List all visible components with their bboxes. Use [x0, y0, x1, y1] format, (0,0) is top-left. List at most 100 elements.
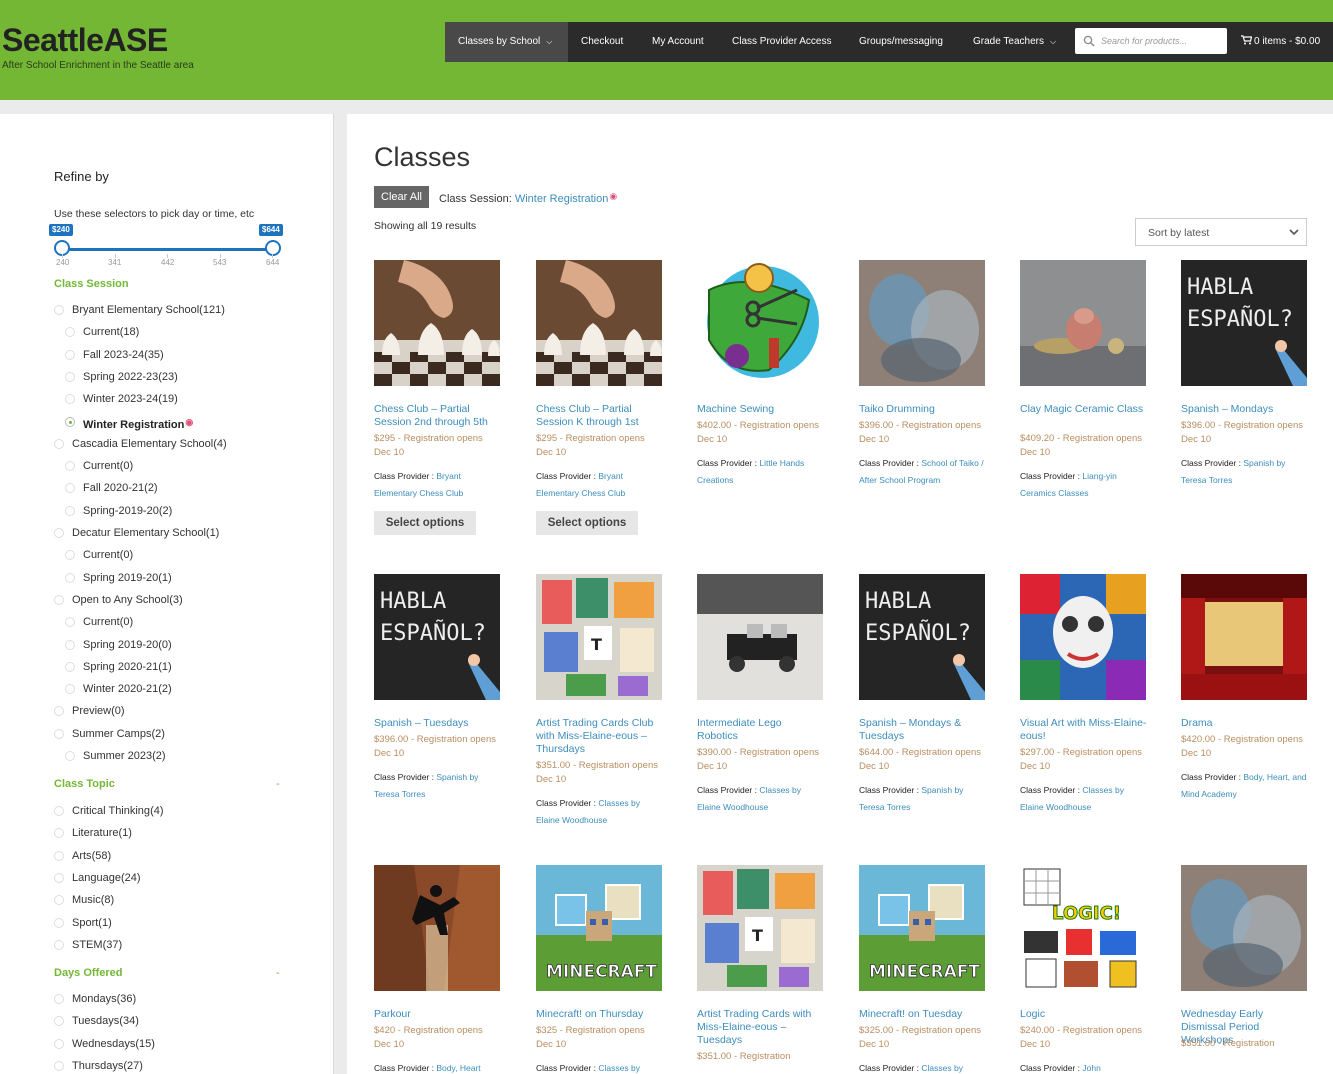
- product-title[interactable]: Artist Trading Cards Club with Miss-Elai…: [536, 717, 663, 756]
- product-image[interactable]: HABLA ESPAÑOL?: [1181, 260, 1307, 386]
- product-image[interactable]: MINECRAFT: [859, 865, 985, 991]
- radio-button[interactable]: [54, 1038, 64, 1049]
- radio-button[interactable]: [54, 828, 64, 839]
- sort-select[interactable]: Sort by latest: [1135, 218, 1307, 246]
- product-title[interactable]: Spanish – Mondays & Tuesdays: [859, 717, 986, 743]
- radio-button[interactable]: [65, 349, 75, 360]
- product-title[interactable]: Chess Club – Partial Session K through 1…: [536, 403, 663, 429]
- filter-label: Fall 2023-24: [83, 348, 145, 361]
- product-image[interactable]: LOGIC!: [1020, 865, 1146, 991]
- days-offered-heading[interactable]: Days Offered: [54, 967, 122, 979]
- radio-button[interactable]: [65, 483, 75, 494]
- price-slider[interactable]: $240 $644 240 341 442 543 644: [0, 224, 334, 274]
- product-image[interactable]: [536, 260, 662, 386]
- product-image[interactable]: [1020, 574, 1146, 700]
- active-filter-value[interactable]: Winter Registration: [515, 193, 609, 205]
- nav-class-provider-access[interactable]: Class Provider Access: [732, 22, 831, 62]
- radio-button[interactable]: [54, 895, 64, 906]
- product-title[interactable]: Intermediate Lego Robotics: [697, 717, 824, 743]
- nav-grade-teachers[interactable]: Grade Teachers ⌵: [973, 22, 1056, 62]
- radio-button[interactable]: [65, 416, 75, 427]
- product-image[interactable]: [374, 260, 500, 386]
- provider-link[interactable]: John: [1082, 1063, 1100, 1073]
- provider-link[interactable]: Body, Heart: [436, 1063, 480, 1073]
- radio-button[interactable]: [54, 706, 64, 717]
- filter-count: (1): [205, 527, 220, 539]
- radio-button[interactable]: [54, 594, 64, 605]
- radio-button[interactable]: [65, 461, 75, 472]
- radio-button[interactable]: [54, 1060, 64, 1071]
- class-topic-heading[interactable]: Class Topic: [54, 778, 115, 790]
- radio-button[interactable]: [65, 371, 75, 382]
- radio-button[interactable]: [54, 806, 64, 816]
- radio-button[interactable]: [65, 505, 75, 516]
- radio-button[interactable]: [54, 438, 64, 449]
- product-title[interactable]: Drama: [1181, 717, 1308, 730]
- radio-button[interactable]: [65, 661, 75, 672]
- radio-button[interactable]: [65, 617, 75, 628]
- product-image[interactable]: [1181, 865, 1307, 991]
- radio-button[interactable]: [54, 939, 64, 950]
- product-image[interactable]: [697, 260, 823, 386]
- provider-link[interactable]: Classes by: [921, 1063, 963, 1073]
- radio-button[interactable]: [54, 528, 64, 538]
- radio-button[interactable]: [54, 728, 64, 739]
- radio-button[interactable]: [54, 850, 64, 861]
- site-title[interactable]: SeattleASE: [2, 22, 168, 58]
- radio-button[interactable]: [54, 305, 64, 315]
- product-image[interactable]: HABLA ESPAÑOL?: [859, 574, 985, 700]
- product-image[interactable]: T: [536, 574, 662, 700]
- days-offered-toggle[interactable]: -: [276, 967, 280, 979]
- radio-button[interactable]: [65, 639, 75, 650]
- product-title[interactable]: Spanish – Tuesdays: [374, 717, 501, 730]
- radio-button[interactable]: [65, 684, 75, 695]
- nav-classes-by-school[interactable]: Classes by School ⌵: [445, 22, 568, 62]
- product-title[interactable]: Clay Magic Ceramic Class: [1020, 403, 1147, 416]
- nav-groups-messaging[interactable]: Groups/messaging: [859, 22, 943, 62]
- nav-my-account[interactable]: My Account: [652, 22, 704, 62]
- search-input[interactable]: Search for products...: [1075, 28, 1227, 54]
- product-title[interactable]: Machine Sewing: [697, 403, 824, 416]
- product-title[interactable]: Spanish – Mondays: [1181, 403, 1308, 416]
- product-image[interactable]: [1020, 260, 1146, 386]
- radio-button[interactable]: [54, 1016, 64, 1027]
- cart-link[interactable]: 0 items - $0.00: [1241, 22, 1320, 62]
- clear-all-button[interactable]: Clear All: [374, 186, 429, 208]
- nav-checkout[interactable]: Checkout: [581, 22, 623, 62]
- product-title[interactable]: Visual Art with Miss-Elaine-eous!: [1020, 717, 1147, 743]
- radio-button[interactable]: [65, 751, 75, 761]
- select-options-button[interactable]: Select options: [536, 511, 638, 535]
- product-image[interactable]: [859, 260, 985, 386]
- radio-button[interactable]: [65, 550, 75, 561]
- radio-button[interactable]: [65, 394, 75, 405]
- price-slider-track[interactable]: [62, 248, 273, 251]
- radio-button[interactable]: [54, 872, 64, 883]
- provider-link[interactable]: Classes by: [598, 1063, 640, 1073]
- product-image[interactable]: [374, 865, 500, 991]
- product-title[interactable]: Logic: [1020, 1008, 1147, 1021]
- radio-button[interactable]: [54, 917, 64, 928]
- radio-button[interactable]: [65, 327, 75, 338]
- radio-button[interactable]: [54, 994, 64, 1004]
- class-session-heading[interactable]: Class Session: [54, 278, 129, 290]
- product-image[interactable]: [1181, 574, 1307, 700]
- remove-filter-icon[interactable]: ◉: [609, 191, 617, 201]
- filter-count: (1): [98, 916, 112, 929]
- product-title[interactable]: Minecraft! on Thursday: [536, 1008, 663, 1021]
- provider-label: Class Provider :: [374, 1063, 434, 1073]
- product-title[interactable]: Chess Club – Partial Session 2nd through…: [374, 403, 501, 429]
- product-title[interactable]: Minecraft! on Tuesday: [859, 1008, 986, 1021]
- product-title[interactable]: Parkour: [374, 1008, 501, 1021]
- filter-option-label: Summer 2023(2): [83, 748, 166, 764]
- product-image[interactable]: T: [697, 865, 823, 991]
- product-image[interactable]: MINECRAFT: [536, 865, 662, 991]
- product-image[interactable]: [697, 574, 823, 700]
- class-topic-toggle[interactable]: -: [276, 778, 280, 790]
- select-options-button[interactable]: Select options: [374, 511, 476, 535]
- product-image[interactable]: HABLA ESPAÑOL?: [374, 574, 500, 700]
- product-title[interactable]: Artist Trading Cards with Miss-Elaine-eo…: [697, 1008, 824, 1047]
- filter-count: (1): [158, 660, 172, 673]
- price-max-handle[interactable]: [265, 240, 281, 256]
- product-title[interactable]: Taiko Drumming: [859, 403, 986, 416]
- radio-button[interactable]: [65, 572, 75, 583]
